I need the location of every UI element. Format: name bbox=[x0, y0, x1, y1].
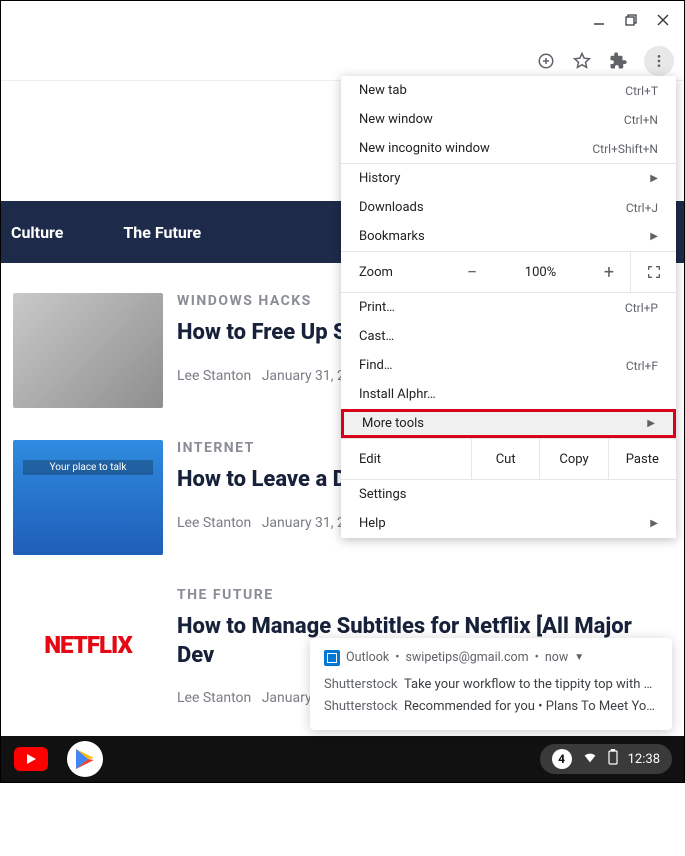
zoom-in-button[interactable]: + bbox=[588, 262, 630, 283]
article-meta: Lee Stanton January 31, 20 bbox=[177, 515, 353, 531]
chevron-right-icon: ▶ bbox=[650, 173, 658, 184]
article-title: How to Free Up S bbox=[177, 319, 353, 348]
star-icon[interactable] bbox=[572, 51, 592, 71]
menu-help[interactable]: Help▶ bbox=[341, 509, 676, 538]
notification-card[interactable]: Outlook • swipetips@gmail.com • now ▼ Sh… bbox=[310, 638, 672, 730]
menu-incognito[interactable]: New incognito windowCtrl+Shift+N bbox=[341, 134, 676, 163]
copy-button[interactable]: Copy bbox=[539, 439, 607, 479]
zoom-level: 100% bbox=[493, 265, 588, 280]
notif-line: Shutterstock Take your workflow to the t… bbox=[324, 674, 658, 696]
article-category: WINDOWS HACKS bbox=[177, 293, 353, 309]
chrome-menu: New tabCtrl+T New windowCtrl+N New incog… bbox=[341, 76, 676, 538]
menu-install[interactable]: Install Alphr… bbox=[341, 380, 676, 409]
paste-button[interactable]: Paste bbox=[608, 439, 676, 479]
article-category: INTERNET bbox=[177, 440, 353, 456]
article-meta: Lee Stanton January 31, 20 bbox=[177, 368, 353, 384]
nav-future[interactable]: The Future bbox=[123, 223, 201, 242]
article-title: How to Leave a D bbox=[177, 466, 353, 495]
fullscreen-button[interactable] bbox=[630, 252, 676, 292]
menu-bookmarks[interactable]: Bookmarks▶ bbox=[341, 222, 676, 251]
cut-button[interactable]: Cut bbox=[471, 439, 539, 479]
minimize-icon[interactable] bbox=[592, 12, 606, 31]
shelf: 4 12:38 bbox=[1, 736, 684, 782]
menu-downloads[interactable]: DownloadsCtrl+J bbox=[341, 193, 676, 222]
more-button[interactable] bbox=[644, 46, 674, 76]
zoom-out-button[interactable]: − bbox=[451, 262, 493, 283]
menu-zoom: Zoom − 100% + bbox=[341, 251, 676, 293]
chevron-down-icon[interactable]: ▼ bbox=[574, 652, 584, 663]
close-icon[interactable] bbox=[656, 12, 670, 31]
article-thumb bbox=[13, 293, 163, 408]
notif-count: 4 bbox=[552, 749, 572, 769]
article-category: THE FUTURE bbox=[177, 587, 672, 603]
chevron-right-icon: ▶ bbox=[647, 418, 655, 429]
menu-cast[interactable]: Cast… bbox=[341, 322, 676, 351]
menu-new-window[interactable]: New windowCtrl+N bbox=[341, 105, 676, 134]
youtube-app[interactable] bbox=[13, 741, 49, 777]
notif-line: Shutterstock Recommended for you • Plans… bbox=[324, 696, 658, 718]
article-thumb bbox=[13, 440, 163, 555]
wifi-icon bbox=[582, 749, 598, 769]
menu-new-tab[interactable]: New tabCtrl+T bbox=[341, 76, 676, 105]
maximize-icon[interactable] bbox=[624, 12, 638, 31]
chevron-right-icon: ▶ bbox=[650, 518, 658, 529]
play-store-app[interactable] bbox=[67, 741, 103, 777]
menu-history[interactable]: History▶ bbox=[341, 164, 676, 193]
chevron-right-icon: ▶ bbox=[650, 231, 658, 242]
article-thumb: NETFLIX bbox=[13, 587, 163, 702]
menu-more-tools[interactable]: More tools▶ bbox=[341, 409, 676, 438]
system-tray[interactable]: 4 12:38 bbox=[540, 744, 672, 774]
extensions-icon[interactable] bbox=[608, 51, 628, 71]
add-to-desktop-icon[interactable] bbox=[536, 51, 556, 71]
menu-print[interactable]: Print…Ctrl+P bbox=[341, 293, 676, 322]
notif-app: Outlook bbox=[346, 650, 389, 665]
menu-settings[interactable]: Settings bbox=[341, 480, 676, 509]
outlook-icon bbox=[324, 650, 340, 666]
nav-culture[interactable]: Culture bbox=[11, 223, 63, 242]
menu-edit: Edit Cut Copy Paste bbox=[341, 438, 676, 480]
battery-icon bbox=[608, 749, 618, 769]
clock: 12:38 bbox=[628, 752, 660, 767]
notif-time: now bbox=[545, 650, 568, 665]
menu-find[interactable]: Find…Ctrl+F bbox=[341, 351, 676, 380]
notif-email: swipetips@gmail.com bbox=[405, 650, 528, 665]
